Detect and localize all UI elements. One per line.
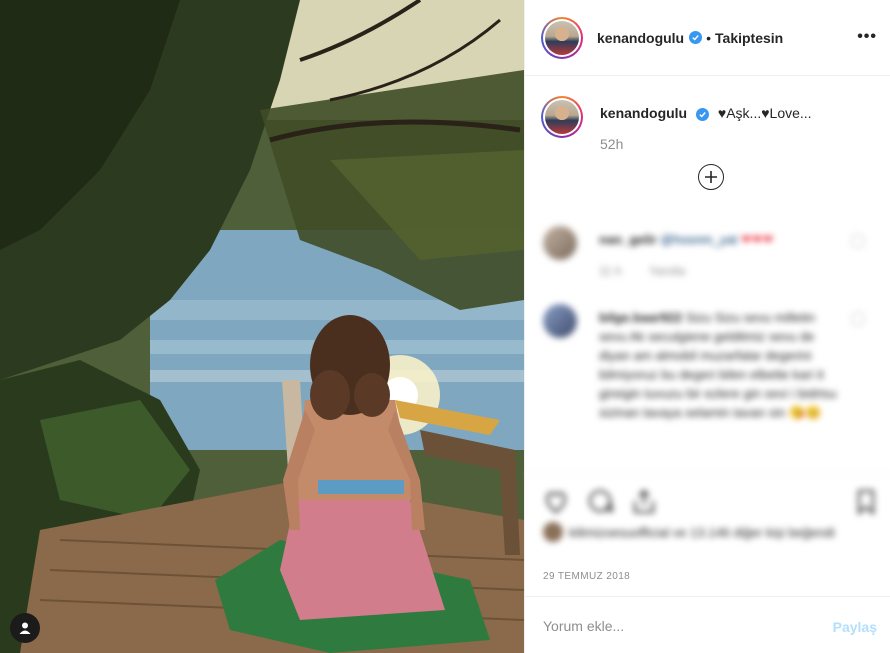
comment-icon[interactable] bbox=[585, 487, 615, 517]
post-comment-button[interactable]: Paylaş bbox=[833, 619, 877, 635]
caption-body: ♥Aşk...♥Love... bbox=[717, 105, 812, 121]
caption-time-ago: 52h bbox=[600, 136, 624, 152]
caption-username[interactable]: kenandogulu bbox=[600, 105, 687, 121]
caption-avatar[interactable] bbox=[541, 96, 583, 138]
heart-icon[interactable] bbox=[851, 312, 865, 326]
caption: kenandogulu ♥Aşk...♥Love... bbox=[541, 96, 875, 138]
comment-text: bilge.baar922 Sizu Sizu sevu milletin se… bbox=[599, 308, 839, 422]
bookmark-icon[interactable] bbox=[851, 487, 881, 517]
heart-icon[interactable] bbox=[541, 487, 571, 517]
follow-status-button[interactable]: Takiptesin bbox=[715, 30, 783, 46]
comment-mention[interactable]: @hosnm_yat bbox=[660, 232, 737, 247]
comment-username[interactable]: bilge.baar922 bbox=[599, 310, 682, 325]
more-horizontal-icon[interactable]: ••• bbox=[857, 28, 877, 46]
comment-item: nan_gelir @hosnm_yat ❤❤❤ 11 h Yanıtla bbox=[543, 226, 879, 286]
comment-input[interactable] bbox=[543, 615, 813, 637]
comment-body: ❤❤❤ bbox=[740, 232, 774, 247]
author-info: kenandogulu • Takiptesin bbox=[597, 30, 783, 46]
comment-text: nan_gelir @hosnm_yat ❤❤❤ bbox=[599, 230, 839, 249]
verified-badge-icon bbox=[689, 31, 703, 44]
comment-item: bilge.baar922 Sizu Sizu sevu milletin se… bbox=[543, 304, 879, 464]
user-tag-icon[interactable] bbox=[10, 613, 40, 643]
likes-text: kilimizoesuofficial ve 13.146 diğer kişi… bbox=[569, 525, 835, 540]
comment-meta: 11 h Yanıtla bbox=[599, 264, 685, 278]
post-header: kenandogulu • Takiptesin ••• bbox=[525, 0, 890, 76]
verified-badge-icon bbox=[696, 108, 710, 121]
caption-text: kenandogulu ♥Aşk...♥Love... bbox=[600, 104, 812, 138]
plus-circle-icon[interactable] bbox=[698, 164, 724, 190]
likes-summary[interactable]: kilimizoesuofficial ve 13.146 diğer kişi… bbox=[543, 522, 873, 542]
liker-avatar bbox=[543, 522, 563, 542]
author-username[interactable]: kenandogulu bbox=[597, 30, 684, 46]
post-date: 29 TEMMUZ 2018 bbox=[543, 571, 631, 582]
comment-avatar[interactable] bbox=[543, 304, 577, 338]
comment-time: 11 h bbox=[599, 264, 622, 278]
comment-form: Paylaş bbox=[525, 596, 890, 653]
comment-avatar[interactable] bbox=[543, 226, 577, 260]
post-details-panel: kenandogulu • Takiptesin ••• kenandogulu… bbox=[524, 0, 890, 653]
comment-reply-button[interactable]: Yanıtla bbox=[649, 264, 685, 278]
share-icon[interactable] bbox=[629, 487, 659, 517]
header-separator: • bbox=[706, 29, 712, 46]
post-photo[interactable] bbox=[0, 0, 524, 653]
comment-username[interactable]: nan_gelir bbox=[599, 232, 657, 247]
photo-scene bbox=[0, 0, 524, 653]
author-avatar[interactable] bbox=[541, 16, 583, 59]
heart-icon[interactable] bbox=[851, 234, 865, 248]
comment-body: Sizu Sizu sevu milletin sevu Ak seculgie… bbox=[599, 310, 837, 420]
